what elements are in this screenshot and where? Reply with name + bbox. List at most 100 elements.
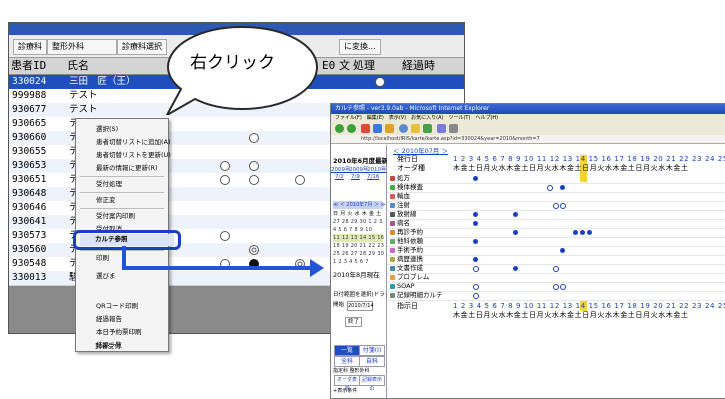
- mail-icon[interactable]: [437, 124, 446, 133]
- tab-all-depts[interactable]: 全科: [334, 356, 360, 367]
- calendar-week[interactable]: 27 28 29 30 1 2 3: [333, 218, 383, 226]
- prescription-icon: [390, 176, 395, 181]
- calendar-weekdays: 日 月 火 水 木 金 土: [333, 211, 382, 217]
- order-dot-open[interactable]: [547, 185, 553, 191]
- calendar-week-selected[interactable]: 11 12 13 14 15 16 17: [333, 234, 393, 242]
- refresh-icon[interactable]: [373, 124, 382, 133]
- tab-order-view[interactable]: オーダ表示: [334, 375, 360, 392]
- order-dot-open[interactable]: [560, 203, 566, 209]
- calendar-month-header[interactable]: ≪ ＜ 2010年7月 ＞ ≫: [333, 201, 386, 209]
- col-name[interactable]: 氏名: [67, 58, 89, 74]
- back-icon[interactable]: [335, 124, 344, 133]
- calendar-week[interactable]: 1 2 3 4 5 6 7: [333, 258, 383, 266]
- status-circle: [220, 161, 230, 171]
- nav-week-2[interactable]: 7/9: [351, 173, 360, 181]
- order-dot[interactable]: [573, 230, 578, 235]
- day-numbers[interactable]: 1 2 3 4 5 6 7 8 9 10 11 12 13 14 15 16 1…: [453, 155, 725, 163]
- calendar-week[interactable]: 4 5 6 7 8 9 10: [333, 226, 383, 234]
- menu-item-select[interactable]: 選択(S): [76, 123, 168, 136]
- menu-item-qr-print[interactable]: QRコード印刷: [76, 300, 168, 313]
- callout-text: 右クリック: [190, 53, 275, 73]
- order-dot[interactable]: [513, 266, 518, 271]
- order-dot-open[interactable]: [473, 266, 479, 272]
- menu-item-print-guide[interactable]: 受付案内印刷: [76, 210, 168, 223]
- tab-list[interactable]: 一覧: [334, 345, 360, 356]
- menu-item-karte-reference-bg[interactable]: [76, 285, 168, 298]
- browser-titlebar: カルテ参照 - ver3.9.0ab - Microsoft Internet …: [331, 104, 725, 114]
- tab-record-view[interactable]: 記録表示の: [359, 375, 385, 392]
- current-date: 2010年8月現在: [333, 271, 380, 279]
- calendar-week[interactable]: 25 26 27 28 29 30 31: [333, 250, 393, 258]
- issue-date-label: 発行日: [397, 155, 418, 163]
- order-dot[interactable]: [513, 230, 518, 235]
- menu-separator: [80, 208, 164, 209]
- from-label: 開始: [333, 302, 345, 308]
- col-process[interactable]: 処理: [353, 58, 375, 74]
- weekday-row: 木金土日月火水木金土日月火水木金土日月火水木金土日月火水木金土: [453, 164, 689, 172]
- category-row[interactable]: 記録明細カルテ: [387, 291, 725, 301]
- print-icon[interactable]: [449, 124, 458, 133]
- history-icon[interactable]: [423, 124, 432, 133]
- disease-icon: [390, 221, 395, 226]
- month-nav[interactable]: ＜ 2010年07月 ＞: [393, 147, 448, 155]
- order-dot[interactable]: [473, 176, 478, 181]
- address-bar[interactable]: http://localhost/IRIS/karte/karte.asp?id…: [331, 135, 725, 144]
- browser-menubar[interactable]: ファイル(F) 編集(E) 表示(V) お気に入り(A) ツール(T) ヘルプ(…: [331, 114, 725, 122]
- order-dot[interactable]: [473, 212, 478, 217]
- dept-select[interactable]: 整形外科: [47, 39, 117, 55]
- forward-icon[interactable]: [347, 124, 356, 133]
- menu-item-modify[interactable]: 修正変: [76, 194, 168, 207]
- status-circle: [375, 77, 385, 87]
- order-dot[interactable]: [560, 185, 565, 190]
- order-dot-open[interactable]: [553, 266, 559, 272]
- col-elapsed[interactable]: 経過時: [402, 58, 435, 74]
- menu-item-print-appointment[interactable]: 本日予約票印刷: [76, 326, 168, 339]
- menu-item-reception[interactable]: 受付処理: [76, 178, 168, 191]
- order-dot-open[interactable]: [553, 203, 559, 209]
- order-dot-open[interactable]: [473, 284, 479, 290]
- order-dot[interactable]: [560, 248, 565, 253]
- to-label[interactable]: 終了: [345, 317, 363, 327]
- status-circle: [249, 175, 259, 185]
- order-dot-open[interactable]: [473, 293, 479, 299]
- convert-button[interactable]: に変換...: [339, 39, 381, 55]
- home-icon[interactable]: [385, 124, 394, 133]
- from-date-field[interactable]: 2010/7/14: [347, 301, 374, 311]
- menu-item-refresh[interactable]: 最新の情報に更新(R): [76, 162, 168, 175]
- menu-item-add-switch-list[interactable]: 患者切替リストに追加(A): [76, 136, 171, 149]
- filter-dept[interactable]: 指定科 整形外科: [333, 367, 370, 375]
- col-doc[interactable]: 文: [339, 58, 350, 74]
- menu-separator: [80, 176, 164, 177]
- nav-week-3[interactable]: 7/16: [367, 173, 379, 181]
- karte-window: カルテ参照 - ver3.9.0ab - Microsoft Internet …: [330, 103, 725, 399]
- filter-display[interactable]: +表示条件: [333, 387, 357, 395]
- favorites-icon[interactable]: [411, 124, 420, 133]
- order-dot[interactable]: [473, 239, 478, 244]
- menu-item-choose[interactable]: 選びま: [76, 270, 168, 283]
- order-dot[interactable]: [473, 257, 478, 262]
- tab-own-dept[interactable]: 自科: [359, 356, 385, 367]
- col-e0[interactable]: E0: [322, 58, 335, 74]
- order-dot-open[interactable]: [560, 284, 566, 290]
- search-icon[interactable]: [399, 124, 408, 133]
- menu-item-progress-report[interactable]: 経過報告: [76, 313, 168, 326]
- document-icon: [390, 266, 395, 271]
- menu-item-arrival[interactable]: 到着受付: [75, 340, 167, 353]
- nav-week-1[interactable]: 7/2: [335, 173, 344, 181]
- order-dot-open[interactable]: [553, 284, 559, 290]
- calendar-week[interactable]: 18 19 20 21 22 23 24: [333, 242, 393, 250]
- col-patient-id[interactable]: 患者ID: [11, 58, 46, 74]
- order-dot[interactable]: [580, 230, 585, 235]
- order-dot[interactable]: [473, 221, 478, 226]
- dept-select-button[interactable]: 診療科選択: [117, 39, 167, 55]
- footer-weekday-row: 木金土日月火水木金土日月火水木金土日月火水木金土日月火水木金土: [453, 311, 689, 319]
- browser-toolbar: [331, 122, 725, 136]
- order-dot[interactable]: [513, 212, 518, 217]
- arrow-head: [310, 259, 324, 277]
- order-dot[interactable]: [587, 230, 592, 235]
- injection-icon: [390, 203, 395, 208]
- stop-icon[interactable]: [361, 124, 370, 133]
- record-icon: [390, 293, 395, 298]
- tab-sticky[interactable]: 付箋(I): [359, 345, 385, 356]
- menu-item-update-switch-list[interactable]: 患者切替リストを更新(U): [76, 149, 171, 162]
